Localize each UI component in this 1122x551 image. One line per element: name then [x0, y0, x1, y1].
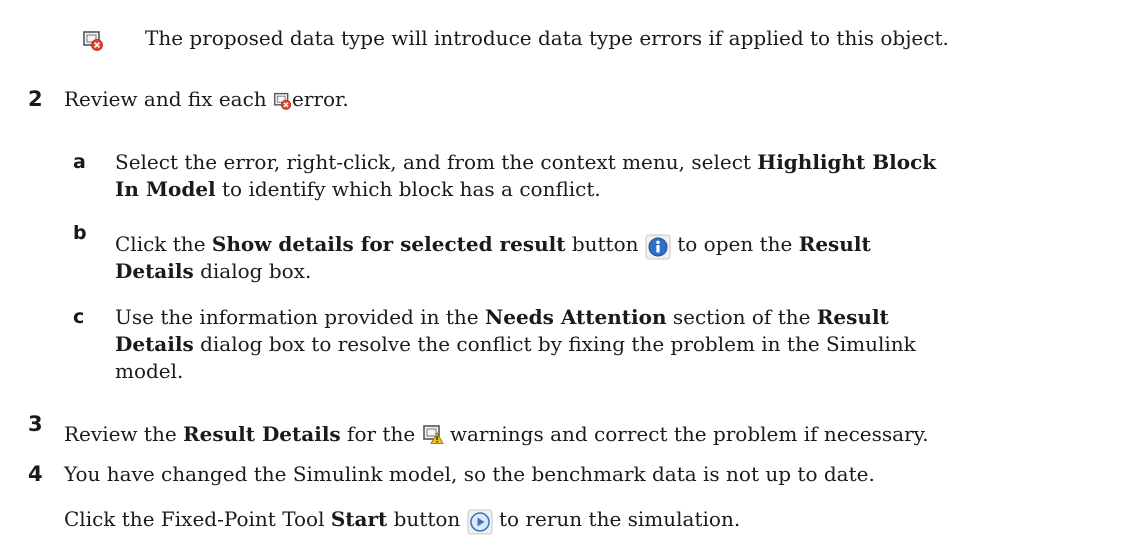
bold-text: Needs Attention	[484, 305, 667, 329]
substep-c-line3: model.	[115, 359, 184, 383]
text: Review the	[64, 422, 177, 446]
bold-text: Result	[798, 232, 871, 256]
step-4-line2: Click the Fixed-Point Tool Start button …	[64, 506, 740, 537]
text: button	[571, 232, 639, 256]
step-number: 2	[28, 87, 43, 111]
substep-a-line1: Select the error, right-click, and from …	[115, 149, 936, 176]
text: for the	[347, 422, 416, 446]
step-text-before: Review and fix each	[64, 87, 267, 111]
error-block-icon	[273, 90, 292, 117]
step-3-text: Review the Result Details for the warnin…	[64, 421, 929, 452]
bold-text: Highlight Block	[757, 150, 937, 174]
info-button-icon	[645, 234, 671, 262]
bold-text: Result Details	[183, 422, 341, 446]
text: to open the	[677, 232, 793, 256]
text: Use the information provided in the	[115, 305, 479, 329]
substep-letter: b	[73, 222, 87, 244]
bold-text: Details	[115, 259, 194, 283]
substep-a-line2: In Model to identify which block has a c…	[115, 176, 601, 203]
text: section of the	[672, 305, 811, 329]
start-button-icon	[467, 509, 493, 537]
step-text-after: error.	[292, 87, 349, 111]
text: to identify which block has a conflict.	[222, 177, 601, 201]
error-block-icon	[82, 29, 104, 55]
text: Click the	[115, 232, 206, 256]
bold-text: In Model	[115, 177, 216, 201]
text: button	[393, 507, 461, 531]
warning-block-icon	[422, 423, 444, 452]
step-number: 4	[28, 462, 43, 486]
bold-text: Result	[816, 305, 889, 329]
substep-c-line1: Use the information provided in the Need…	[115, 304, 889, 331]
substep-letter: c	[73, 306, 85, 328]
text: to rerun the simulation.	[499, 507, 741, 531]
substep-c-line2: Details dialog box to resolve the confli…	[115, 331, 916, 358]
step-number: 3	[28, 412, 43, 436]
bold-text: Show details for selected result	[211, 232, 566, 256]
bold-text: Start	[330, 507, 388, 531]
step-4-line1: You have changed the Simulink model, so …	[64, 462, 875, 486]
text: dialog box.	[200, 259, 312, 283]
text: Click the Fixed-Point Tool	[64, 507, 325, 531]
step-text: Review and fix each error.	[64, 86, 349, 117]
bold-text: Details	[115, 332, 194, 356]
text: dialog box to resolve the conflict by fi…	[200, 332, 916, 356]
text: Select the error, right-click, and from …	[115, 150, 751, 174]
legend-text: The proposed data type will introduce da…	[145, 26, 949, 50]
text: warnings and correct the problem if nece…	[449, 422, 929, 446]
substep-b-line2: Details dialog box.	[115, 258, 311, 285]
substep-letter: a	[73, 151, 86, 173]
